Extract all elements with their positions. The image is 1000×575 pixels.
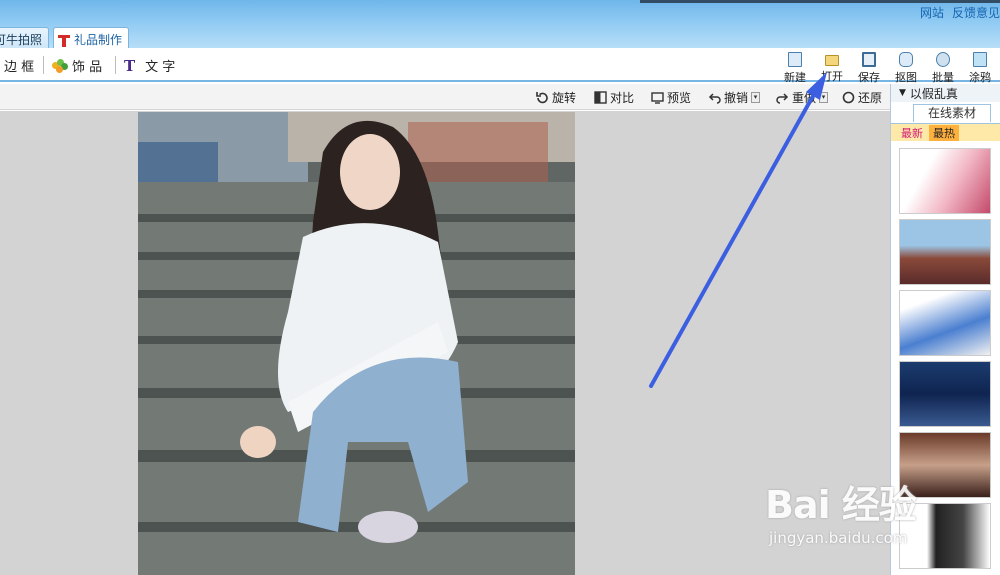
preview-icon	[651, 92, 664, 104]
link-feedback[interactable]: 反馈意见	[952, 4, 1000, 21]
material-thumbnail[interactable]	[899, 290, 991, 356]
panel-header-label: 以假乱真	[909, 86, 958, 101]
save-disk-icon	[862, 52, 876, 67]
restore-label: 还原	[858, 91, 883, 105]
text-tool-label: 文 字	[145, 60, 176, 75]
collapse-arrow-icon: ▼	[899, 88, 906, 98]
redo-dropdown-arrow[interactable]: ▾	[819, 92, 829, 103]
watermark-url: jingyan.baidu.com	[769, 529, 908, 547]
link-website[interactable]: 网站	[920, 4, 944, 21]
redo-label: 重做	[792, 91, 817, 105]
tab-online-materials-label: 在线素材	[927, 106, 976, 120]
gift-icon	[57, 32, 71, 47]
tab-camera[interactable]: 可牛拍照	[0, 27, 50, 48]
subtab-hottest[interactable]: 最热	[929, 124, 959, 141]
undo-icon	[708, 93, 721, 104]
app-window: 网站 反馈意见 可牛拍照 礼品制作 边 框 饰 品 T 文 字 新建 打开 保存…	[0, 0, 1000, 575]
watermark-logo: Bai 经验	[765, 483, 917, 527]
batch-gear-icon	[936, 52, 950, 67]
material-thumbnail[interactable]	[899, 219, 991, 285]
toolbar-divider	[43, 56, 44, 74]
rotate-button[interactable]: 旋转	[536, 89, 576, 106]
accessory-tool-label: 饰 品	[72, 60, 103, 75]
cutout-button-label: 抠图	[895, 71, 917, 84]
cutout-button[interactable]: 抠图	[891, 52, 921, 85]
frame-tool-label: 边 框	[4, 60, 35, 75]
doodle-button-label: 涂鸦	[969, 71, 991, 84]
new-button[interactable]: 新建	[780, 52, 810, 85]
edited-photo[interactable]	[138, 112, 575, 575]
doodle-button[interactable]: 涂鸦	[965, 52, 995, 85]
top-edge-shadow	[640, 0, 1000, 3]
open-folder-icon	[825, 55, 839, 66]
rotate-label: 旋转	[552, 91, 577, 105]
subtab-newest[interactable]: 最新	[901, 125, 923, 141]
toolbar-divider	[115, 56, 116, 74]
undo-button[interactable]: 撤销 ▾	[708, 89, 761, 106]
undo-label: 撤销	[724, 91, 749, 105]
compare-button[interactable]: 对比	[594, 89, 634, 106]
text-tool-button[interactable]: T 文 字	[124, 56, 176, 76]
material-thumbnail[interactable]	[899, 361, 991, 427]
new-document-icon	[788, 52, 802, 67]
redo-icon	[776, 93, 789, 104]
tab-gift-making-label: 礼品制作	[74, 32, 123, 47]
batch-button-label: 批量	[932, 71, 954, 84]
photo-image	[138, 112, 575, 575]
edit-toolbar: 旋转 对比 预览 撤销 ▾ 重做 ▾ 还原	[0, 84, 890, 110]
new-button-label: 新建	[784, 71, 806, 84]
panel-header[interactable]: ▼ 以假乱真	[891, 84, 1000, 102]
restore-button[interactable]: 还原	[842, 89, 882, 106]
main-toolbar: 边 框 饰 品 T 文 字 新建 打开 保存 抠图 批量 涂鸦	[0, 48, 1000, 85]
redo-button[interactable]: 重做 ▾	[776, 89, 829, 106]
undo-dropdown-arrow[interactable]: ▾	[751, 92, 761, 103]
preview-label: 预览	[667, 91, 692, 105]
baidu-watermark: Bai 经验 jingyan.baidu.com	[765, 474, 917, 547]
open-button[interactable]: 打开	[817, 52, 847, 84]
save-button[interactable]: 保存	[854, 52, 884, 85]
accessory-tool-button[interactable]: 饰 品	[52, 56, 102, 75]
cutout-icon	[899, 52, 913, 67]
tab-gift-making[interactable]: 礼品制作	[53, 27, 130, 48]
clover-icon	[52, 58, 68, 73]
frame-tool-button[interactable]: 边 框	[4, 56, 34, 75]
material-subtabs: 最新 最热	[891, 123, 1000, 141]
doodle-icon	[973, 52, 987, 67]
preview-button[interactable]: 预览	[651, 89, 691, 106]
material-thumbnail[interactable]	[899, 148, 991, 214]
compare-label: 对比	[610, 91, 635, 105]
main-tabs: 可牛拍照 礼品制作	[0, 27, 130, 48]
compare-icon	[594, 91, 607, 104]
top-links: 网站 反馈意见	[920, 4, 1000, 21]
title-bar: 网站 反馈意见 可牛拍照 礼品制作	[0, 0, 1000, 48]
tab-online-materials[interactable]: 在线素材	[913, 104, 991, 122]
save-button-label: 保存	[858, 71, 880, 84]
restore-icon	[842, 91, 855, 104]
batch-button[interactable]: 批量	[928, 52, 958, 85]
text-t-icon: T	[124, 56, 136, 75]
open-button-label: 打开	[821, 70, 843, 83]
tab-camera-label: 可牛拍照	[0, 32, 43, 47]
rotate-icon	[536, 92, 548, 104]
